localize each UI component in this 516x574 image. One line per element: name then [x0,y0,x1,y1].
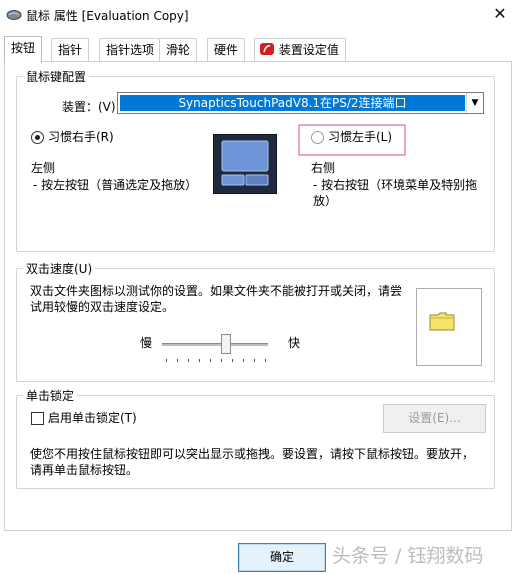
device-select[interactable]: SynapticsTouchPadV8.1在PS/2连接端口 ▼ [117,92,484,114]
synaptics-icon [260,43,274,55]
title-bar: 鼠标 属性 [Evaluation Copy] ✕ [0,0,516,30]
slider-tick [166,359,167,362]
close-button[interactable]: ✕ [486,2,514,26]
right-description-line2: 放） [313,194,338,208]
left-title: 左侧 [31,161,56,175]
click-lock-desc-line2: 请再单击鼠标按钮。 [30,463,139,477]
window-title: 鼠标 属性 [Evaluation Copy] [26,9,189,23]
device-select-value: SynapticsTouchPadV8.1在PS/2连接端口 [120,95,465,111]
right-hand-radio[interactable] [31,131,44,144]
click-lock-desc-line1: 使您不用按住鼠标按钮即可以突出显示或拖拽。要设置，请按下鼠标按钮。要放开， [30,447,475,461]
tab-label: 按钮 [11,41,36,55]
slow-label: 慢 [140,336,153,350]
mouse-icon [6,10,22,20]
click-lock-settings-button[interactable]: 设置(E)... [383,404,486,433]
double-click-legend: 双击速度(U) [23,260,96,277]
tab-label: 指针选项 [106,43,155,57]
right-hand-label[interactable]: 习惯右手(R) [48,129,114,145]
device-label: 装置：(V) [62,100,116,114]
tab-wheel[interactable]: 滑轮 [159,38,198,61]
touchpad-icon [213,134,277,194]
slider-tick [232,359,233,362]
test-folder-area[interactable] [416,288,482,366]
slider-tick [221,359,222,362]
tab-buttons[interactable]: 按钮 [4,36,43,63]
tab-pointer[interactable]: 指针 [51,38,90,61]
slider-tick [177,359,178,362]
slider-tick [210,359,211,362]
right-description-line1: - 按右按钮（环境菜单及特别拖 [313,178,478,192]
chevron-down-icon[interactable]: ▼ [466,93,483,113]
slider-tick [254,359,255,362]
click-lock-label[interactable]: 启用单击锁定(T) [48,410,137,426]
left-hand-radio[interactable] [311,131,324,144]
left-description: - 按左按钮（普通选定及拖放） [33,178,198,192]
slider-tick [243,359,244,362]
slider-tick [265,359,266,362]
tab-pointer-options[interactable]: 指针选项 [99,38,162,61]
speed-slider-thumb[interactable] [221,334,231,354]
double-click-desc-line2: 试用较慢的双击速度设定。 [30,300,175,314]
left-hand-label[interactable]: 习惯左手(L) [328,129,392,145]
button-config-legend: 鼠标键配置 [23,68,90,85]
fast-label: 快 [288,336,301,350]
speed-slider-track[interactable] [162,343,268,346]
slider-tick [199,359,200,362]
click-lock-legend: 单击锁定 [23,387,78,404]
tab-label: 装置设定值 [278,43,339,57]
tab-label: 指针 [58,43,83,57]
folder-icon[interactable] [429,311,455,331]
watermark-text: 头条号 / 钰翔数码 [332,545,484,567]
ok-button[interactable]: 确定 [238,543,326,572]
tab-label: 滑轮 [166,43,191,57]
click-lock-checkbox[interactable] [31,412,44,425]
tab-device-settings[interactable]: 装置设定值 [254,38,346,61]
right-title: 右侧 [311,161,336,175]
close-icon: ✕ [493,4,507,23]
double-click-desc-line1: 双击文件夹图标以测试你的设置。如果文件夹不能被打开或关闭，请尝 [30,284,403,298]
slider-tick [188,359,189,362]
tab-hardware[interactable]: 硬件 [207,38,246,61]
tab-label: 硬件 [214,43,239,57]
